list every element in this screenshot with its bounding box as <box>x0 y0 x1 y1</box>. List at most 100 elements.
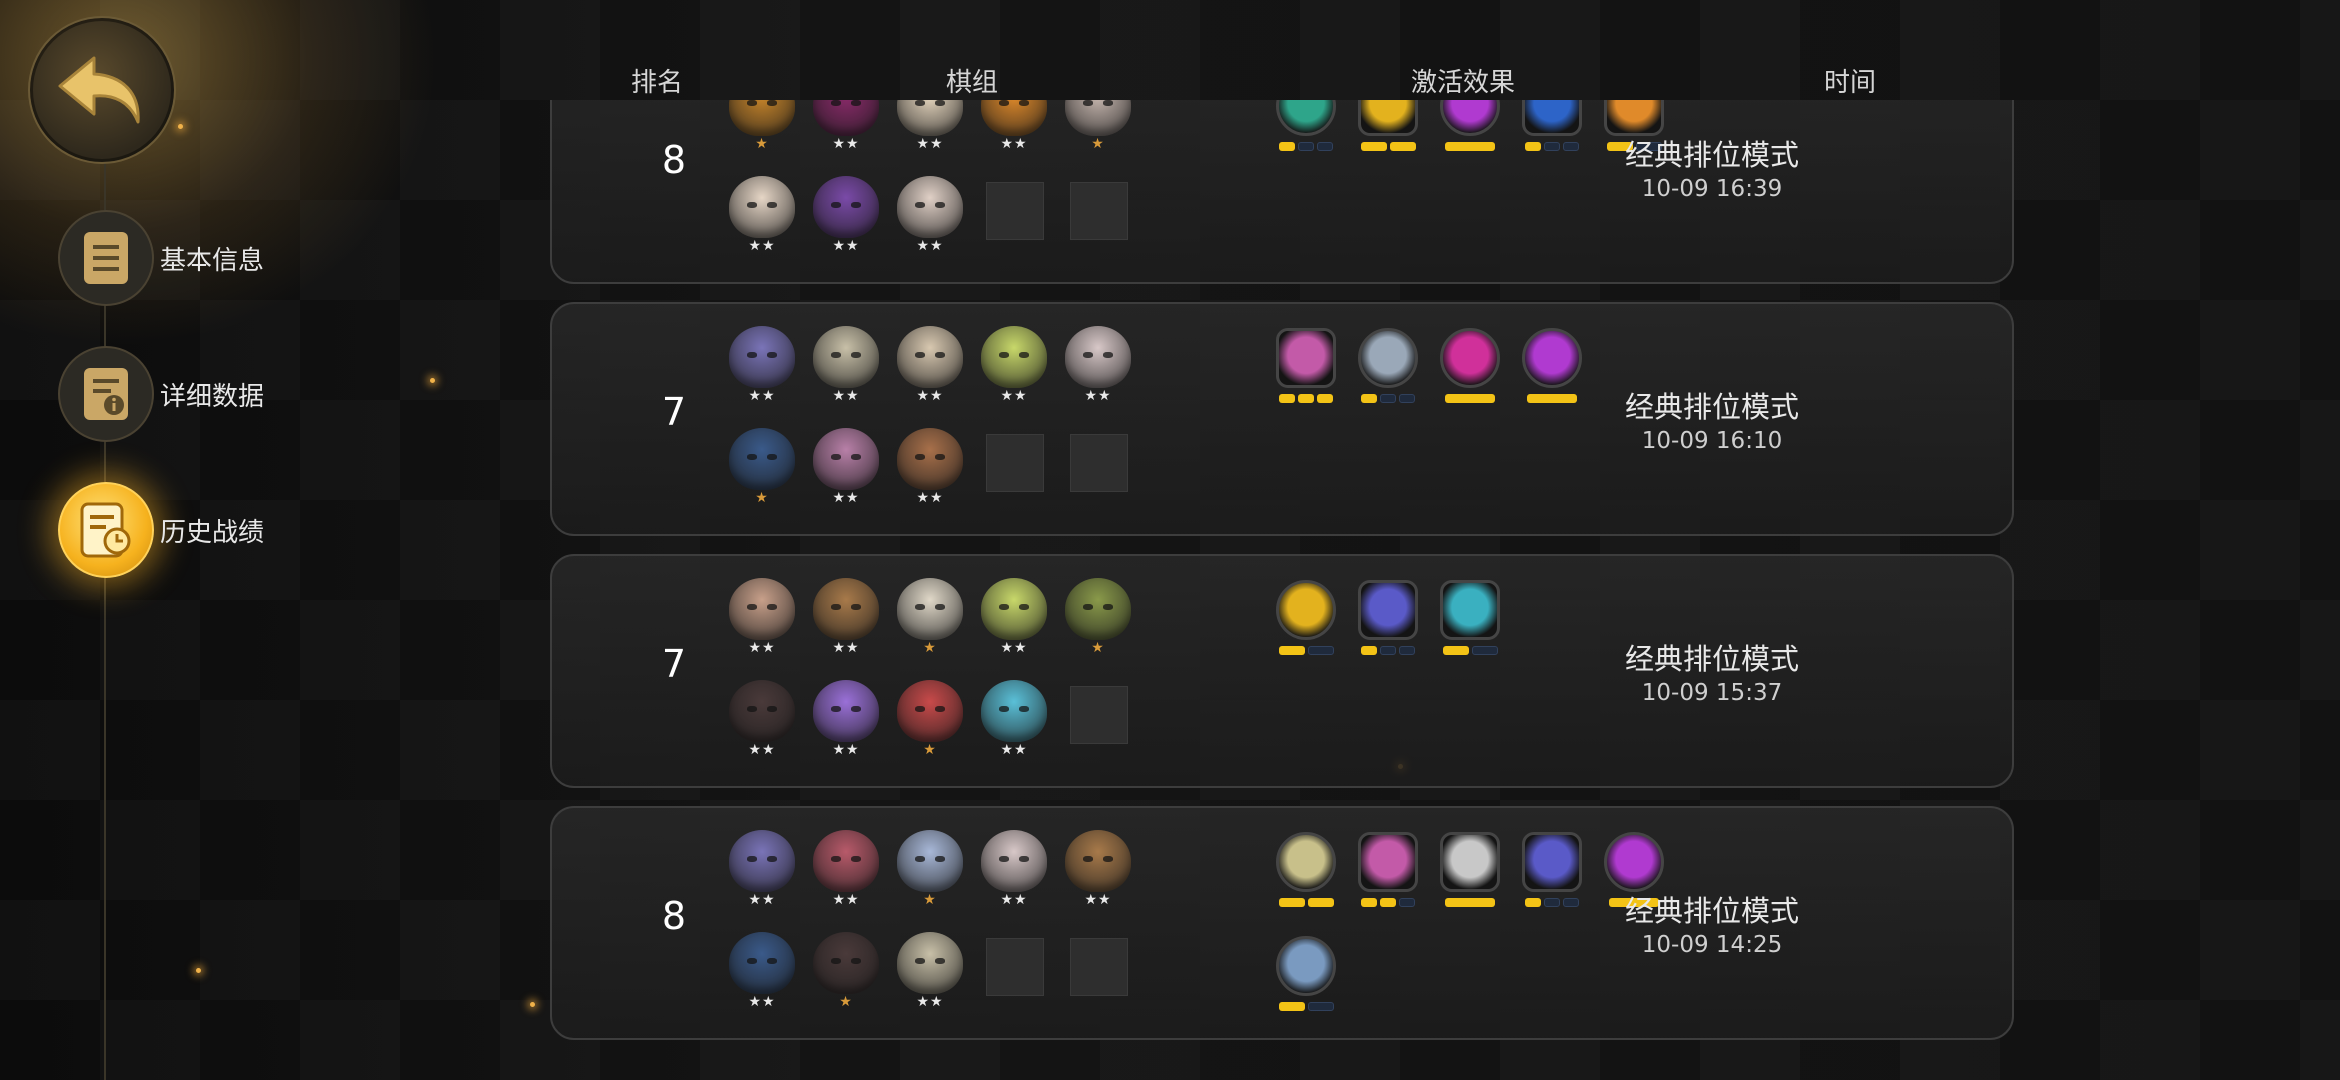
synergy-bar-active <box>1278 646 1305 655</box>
match-card[interactable]: 8 ★ ★★ ★★ ★★ ★ ★★ ★★ ★★ 经典排位模式 10-09 16:39 <box>550 100 2014 284</box>
star-rating: ★★ <box>1000 742 1028 758</box>
piece-portrait <box>729 932 795 994</box>
piece-eye <box>831 352 841 358</box>
chess-piece[interactable]: ★★ <box>978 100 1050 152</box>
piece-eye <box>747 604 757 610</box>
synergy-badge[interactable] <box>1440 580 1500 655</box>
piece-portrait <box>813 176 879 238</box>
sidebar-item-label: 基本信息 <box>160 245 265 276</box>
chess-piece[interactable]: ★★ <box>894 176 966 254</box>
piece-portrait <box>981 326 1047 388</box>
star-rating: ★ <box>755 136 769 152</box>
synergy-badge[interactable] <box>1276 936 1336 1011</box>
piece-eye <box>915 958 925 964</box>
synergy-badge[interactable] <box>1358 328 1418 403</box>
synergy-badge[interactable] <box>1358 580 1418 655</box>
back-arrow-icon <box>58 56 140 124</box>
star-rating: ★★ <box>832 136 860 152</box>
back-button[interactable] <box>28 16 176 164</box>
chess-piece[interactable]: ★★ <box>810 428 882 506</box>
sidebar-item-detail-data[interactable]: 详细数据 <box>58 346 264 442</box>
synergy-badge[interactable] <box>1358 100 1418 151</box>
synergy-icon <box>1440 100 1500 136</box>
chess-piece[interactable]: ★★ <box>978 578 1050 656</box>
match-mode-block: 经典排位模式 10-09 14:25 <box>1542 888 1882 958</box>
piece-portrait <box>1065 100 1131 136</box>
header-rank: 排名 <box>630 68 684 98</box>
piece-eye <box>767 100 777 106</box>
synergy-badge[interactable] <box>1276 100 1336 151</box>
synergy-badge[interactable] <box>1276 580 1336 655</box>
chess-piece[interactable]: ★★ <box>726 578 798 656</box>
chess-piece[interactable]: ★ <box>726 100 798 152</box>
star-rating: ★★ <box>748 742 776 758</box>
synergy-bar-active <box>1442 646 1469 655</box>
piece-eye <box>999 604 1009 610</box>
synergy-badge[interactable] <box>1276 832 1336 907</box>
match-card[interactable]: 8 ★★ ★★ ★ ★★ ★★ ★★ ★ ★★ 经典排位模式 10-09 14:25 <box>550 806 2014 1040</box>
sidebar-item-history[interactable]: 历史战绩 <box>58 482 264 578</box>
chess-piece[interactable]: ★★ <box>810 578 882 656</box>
chess-piece[interactable]: ★ <box>1062 578 1134 656</box>
chess-piece[interactable]: ★★ <box>894 100 966 152</box>
chess-piece[interactable]: ★★ <box>1062 830 1134 908</box>
synergy-level-bars <box>1276 898 1336 907</box>
synergy-badge[interactable] <box>1358 832 1418 907</box>
chess-piece[interactable]: ★★ <box>978 830 1050 908</box>
match-mode: 经典排位模式 <box>1624 642 1799 676</box>
piece-portrait <box>897 578 963 640</box>
match-mode: 经典排位模式 <box>1624 894 1799 928</box>
star-rating: ★★ <box>748 994 776 1010</box>
rank-value: 7 <box>661 642 687 686</box>
match-card[interactable]: 7 ★★ ★★ ★★ ★★ ★★ ★ ★★ ★★ 经典排位模式 10-09 16:10 <box>550 302 2014 536</box>
piece-eye <box>851 454 861 460</box>
piece-eye <box>767 454 777 460</box>
chess-piece[interactable]: ★★ <box>978 326 1050 404</box>
chess-piece[interactable]: ★★ <box>810 830 882 908</box>
chess-piece[interactable]: ★ <box>1062 100 1134 152</box>
chess-piece[interactable]: ★★ <box>810 326 882 404</box>
match-card[interactable]: 7 ★★ ★★ ★ ★★ ★ ★★ ★★ ★ ★★ 经典排位模式 10-09 15:37 <box>550 554 2014 788</box>
piece-portrait <box>729 176 795 238</box>
piece-portrait <box>729 100 795 136</box>
piece-eye <box>767 706 777 712</box>
piece-eye <box>999 706 1009 712</box>
sidebar-item-basic-info[interactable]: 基本信息 <box>58 210 264 306</box>
chess-piece[interactable]: ★★ <box>726 680 798 758</box>
chess-piece[interactable]: ★★ <box>726 176 798 254</box>
star-rating: ★★ <box>832 742 860 758</box>
rank-value: 8 <box>661 138 687 182</box>
piece-eye <box>935 202 945 208</box>
piece-eye <box>851 706 861 712</box>
star-rating: ★★ <box>748 892 776 908</box>
piece-eye <box>851 202 861 208</box>
chess-piece[interactable]: ★ <box>894 830 966 908</box>
chess-piece[interactable]: ★★ <box>726 932 798 1010</box>
match-time: 10-09 16:10 <box>1641 428 1783 454</box>
synergy-badge[interactable] <box>1440 328 1500 403</box>
piece-portrait <box>981 680 1047 742</box>
chess-piece[interactable]: ★★ <box>1062 326 1134 404</box>
synergy-badge[interactable] <box>1276 328 1336 403</box>
chess-piece[interactable]: ★ <box>726 428 798 506</box>
chess-piece[interactable]: ★ <box>810 932 882 1010</box>
chess-piece[interactable]: ★★ <box>894 932 966 1010</box>
history-record-icon <box>58 482 154 578</box>
chess-piece[interactable]: ★ <box>894 680 966 758</box>
chess-piece[interactable]: ★★ <box>894 428 966 506</box>
piece-eye <box>915 454 925 460</box>
chess-piece[interactable]: ★★ <box>978 680 1050 758</box>
chess-piece[interactable]: ★★ <box>810 680 882 758</box>
chess-piece[interactable]: ★★ <box>894 326 966 404</box>
synergy-bar-active <box>1389 142 1416 151</box>
synergy-bar-inactive <box>1298 142 1314 151</box>
chess-piece[interactable]: ★★ <box>726 830 798 908</box>
chess-piece[interactable]: ★★ <box>810 100 882 152</box>
piece-portrait <box>813 578 879 640</box>
chess-piece[interactable]: ★★ <box>726 326 798 404</box>
match-history-list[interactable]: 8 ★ ★★ ★★ ★★ ★ ★★ ★★ ★★ 经典排位模式 10-09 16:39 7 ★★ ★★ ★★ ★… <box>550 100 2016 1040</box>
chess-piece[interactable]: ★ <box>894 578 966 656</box>
synergy-badge[interactable] <box>1440 832 1500 907</box>
chess-piece[interactable]: ★★ <box>810 176 882 254</box>
synergy-badge[interactable] <box>1440 100 1500 151</box>
